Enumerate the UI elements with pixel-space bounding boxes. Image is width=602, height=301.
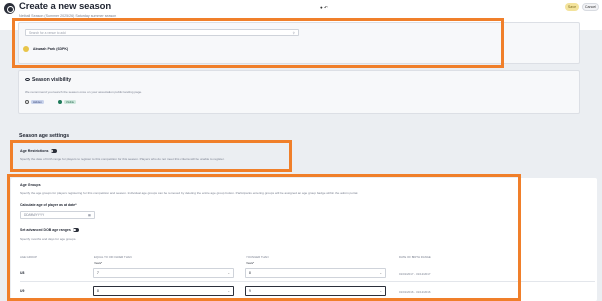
page-title: Create a new season [19, 1, 112, 12]
visibility-title: Season visibility [25, 77, 71, 83]
highlight-box [10, 140, 292, 172]
visible-pill: Visible [63, 100, 77, 105]
visibility-options: Hidden Visible [25, 100, 90, 105]
eye-icon [25, 77, 30, 81]
visibility-description: We recommend you launch the season once … [25, 90, 143, 94]
app-logo-icon[interactable] [4, 3, 15, 14]
top-status-icons: ● ↶ [320, 5, 328, 10]
age-settings-heading: Season age settings [19, 133, 70, 139]
visibility-title-text: Season visibility [32, 77, 72, 83]
hidden-pill: Hidden [31, 100, 44, 105]
cancel-button[interactable]: Cancel [582, 3, 599, 11]
visibility-radio-hidden[interactable] [25, 100, 29, 105]
visibility-section: Season visibility We recommend you launc… [18, 70, 580, 114]
highlight-box [7, 174, 521, 301]
save-button[interactable]: Save [565, 3, 579, 11]
visibility-radio-visible[interactable] [57, 100, 62, 105]
highlight-box [12, 18, 504, 68]
